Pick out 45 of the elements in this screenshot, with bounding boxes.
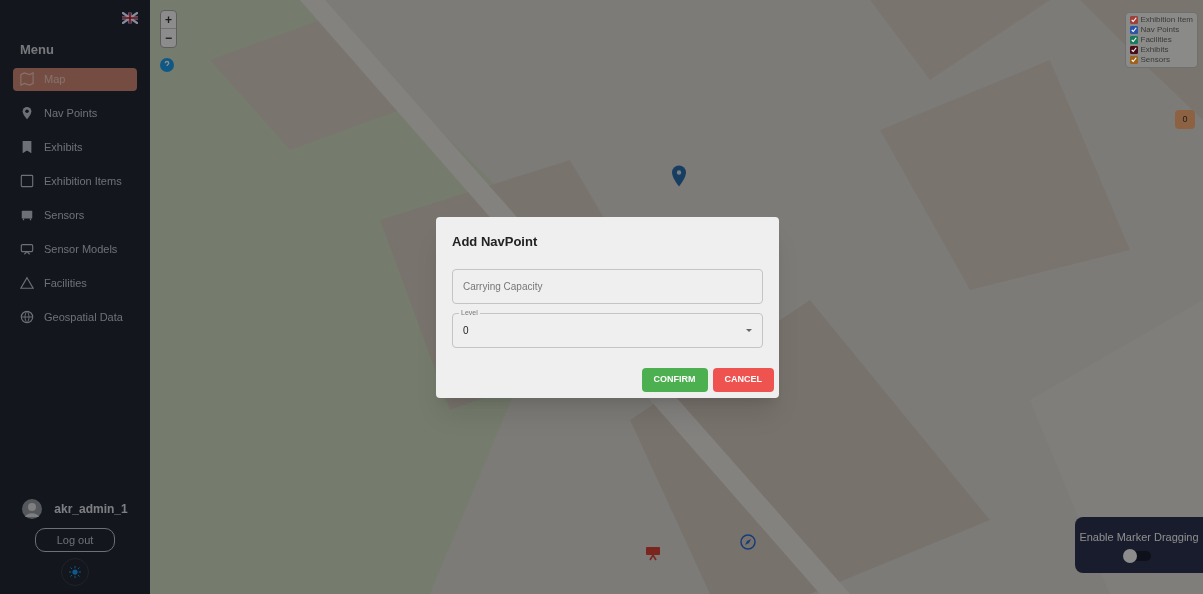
text-field[interactable]: Carrying Capacity [452, 268, 763, 304]
legend-label: Exhibits [1140, 45, 1169, 55]
select-value: 0 [463, 323, 469, 338]
pin-icon [20, 106, 34, 120]
nav-item[interactable]: Exhibition Items [13, 169, 137, 193]
legend-checkbox[interactable] [1129, 46, 1138, 54]
legend-label: Exhibition Item [1140, 15, 1193, 25]
counter-badge: 0 [1175, 110, 1195, 129]
pin-marker-icon[interactable] [672, 165, 686, 187]
legend-checkbox[interactable] [1129, 56, 1138, 64]
kiosk-marker-icon[interactable] [645, 545, 661, 561]
compass-marker-icon[interactable] [740, 534, 756, 550]
confirm-button[interactable]: CONFIRM [641, 367, 708, 392]
nav-item[interactable]: Sensor Models [13, 237, 137, 261]
triangle-icon [20, 276, 34, 290]
legend-checkbox[interactable] [1129, 36, 1138, 44]
nav-item[interactable]: Sensors [13, 203, 137, 227]
zoom-button[interactable]: + [161, 11, 176, 29]
caret-icon [746, 328, 752, 332]
nav-item[interactable]: Nav Points [13, 101, 137, 125]
bookmark-icon [20, 140, 34, 154]
zoom-button[interactable]: − [161, 29, 176, 47]
drag-label: Enable Marker Dragging [1079, 529, 1199, 545]
legend-label: Sensors [1140, 55, 1170, 65]
legend-checkbox[interactable] [1129, 16, 1138, 24]
nav-item[interactable]: Facilities [13, 271, 137, 295]
square-icon [20, 174, 34, 188]
device-icon [20, 208, 34, 222]
dialog-title: Add NavPoint [452, 233, 539, 251]
monitor-icon [20, 242, 34, 256]
logout-button[interactable]: Log out [35, 528, 115, 552]
legend-checkbox[interactable] [1129, 26, 1138, 34]
cancel-button[interactable]: CANCEL [712, 367, 774, 392]
menu-title: Menu [19, 41, 55, 59]
avatar-icon [22, 499, 43, 519]
map-icon [20, 72, 34, 86]
nav-item[interactable]: Geospatial Data [13, 305, 137, 329]
sun-icon [69, 566, 81, 578]
legend-label: Facilities [1140, 35, 1172, 45]
globe-icon [20, 310, 34, 324]
help-icon[interactable] [160, 58, 174, 72]
user-name: akr_admin_1 [54, 501, 128, 518]
nav-item[interactable]: Exhibits [13, 135, 137, 159]
legend-label: Nav Points [1140, 25, 1180, 35]
flag-icon[interactable] [122, 12, 138, 24]
